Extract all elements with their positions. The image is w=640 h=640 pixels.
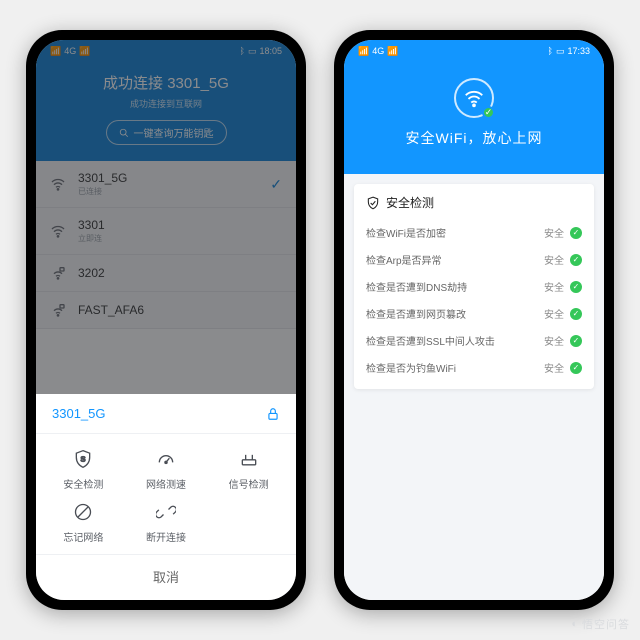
phone-left: 📶 4G 📶 ᛒ ▭ 18:05 成功连接 3301_5G 成功连接到互联网 xyxy=(26,30,306,610)
wifi-safe-icon: ✓ xyxy=(454,78,494,118)
svg-text:S: S xyxy=(81,455,86,464)
check-status: 安全 xyxy=(544,360,564,375)
status-bar: 📶 4G 📶 ᛒ ▭ 17:33 xyxy=(344,40,604,62)
router-icon xyxy=(238,448,260,470)
check-label: 检查是否遭到网页篡改 xyxy=(366,306,544,321)
success-icon: ✓ xyxy=(570,335,582,347)
cancel-button[interactable]: 取消 xyxy=(36,554,296,600)
phone-right: 📶 4G 📶 ᛒ ▭ 17:33 ✓ 安全WiFi，放心上网 xyxy=(334,30,614,610)
check-row: 检查Arp是否异常 安全 ✓ xyxy=(366,246,582,273)
signal-icon: 📶 xyxy=(358,46,369,57)
action-label: 断开连接 xyxy=(146,529,186,544)
success-icon: ✓ xyxy=(570,308,582,320)
wukong-icon: ◐ xyxy=(571,618,579,630)
check-status: 安全 xyxy=(544,306,564,321)
sheet-title: 3301_5G xyxy=(52,406,106,421)
check-label: 检查Arp是否异常 xyxy=(366,252,544,267)
action-sheet: 3301_5G S 安全检测 xyxy=(36,394,296,600)
security-check-button[interactable]: S 安全检测 xyxy=(42,448,125,491)
check-row: 检查是否遭到DNS劫持 安全 ✓ xyxy=(366,273,582,300)
battery-icon: ▭ xyxy=(556,46,565,57)
bluetooth-icon: ᛒ xyxy=(548,46,553,56)
wifi-indicator-icon: 📶 xyxy=(387,46,398,57)
action-label: 信号检测 xyxy=(229,476,269,491)
clock: 17:33 xyxy=(567,46,590,56)
check-badge-icon: ✓ xyxy=(482,106,495,119)
unlink-icon xyxy=(155,501,177,523)
shield-icon: S xyxy=(72,448,94,470)
action-label: 网络测速 xyxy=(146,476,186,491)
success-icon: ✓ xyxy=(570,362,582,374)
action-label: 忘记网络 xyxy=(63,529,103,544)
check-label: 检查是否遭到DNS劫持 xyxy=(366,279,544,294)
forget-network-button[interactable]: 忘记网络 xyxy=(42,501,125,544)
action-label: 安全检测 xyxy=(63,476,103,491)
lock-icon xyxy=(266,407,280,421)
check-row: 检查是否为钓鱼WiFi 安全 ✓ xyxy=(366,354,582,381)
success-icon: ✓ xyxy=(570,281,582,293)
check-status: 安全 xyxy=(544,279,564,294)
card-title: 安全检测 xyxy=(366,194,582,211)
disconnect-button[interactable]: 断开连接 xyxy=(125,501,208,544)
security-card: 安全检测 检查WiFi是否加密 安全 ✓ 检查Arp是否异常 安全 ✓ 检查是否… xyxy=(354,184,594,389)
check-label: 检查是否遭到SSL中间人攻击 xyxy=(366,333,544,348)
check-row: 检查是否遭到SSL中间人攻击 安全 ✓ xyxy=(366,327,582,354)
check-row: 检查WiFi是否加密 安全 ✓ xyxy=(366,219,582,246)
success-icon: ✓ xyxy=(570,254,582,266)
network-type: 4G xyxy=(372,46,384,56)
gauge-icon xyxy=(155,448,177,470)
hero-banner: ✓ 安全WiFi，放心上网 xyxy=(344,62,604,174)
check-status: 安全 xyxy=(544,252,564,267)
shield-check-icon xyxy=(366,196,380,210)
check-label: 检查是否为钓鱼WiFi xyxy=(366,360,544,375)
check-status: 安全 xyxy=(544,225,564,240)
hero-text: 安全WiFi，放心上网 xyxy=(344,128,604,148)
signal-check-button[interactable]: 信号检测 xyxy=(207,448,290,491)
watermark: ◐ 悟空问答 xyxy=(571,616,630,632)
check-status: 安全 xyxy=(544,333,564,348)
check-row: 检查是否遭到网页篡改 安全 ✓ xyxy=(366,300,582,327)
check-label: 检查WiFi是否加密 xyxy=(366,225,544,240)
speed-test-button[interactable]: 网络测速 xyxy=(125,448,208,491)
success-icon: ✓ xyxy=(570,227,582,239)
forbid-icon xyxy=(72,501,94,523)
